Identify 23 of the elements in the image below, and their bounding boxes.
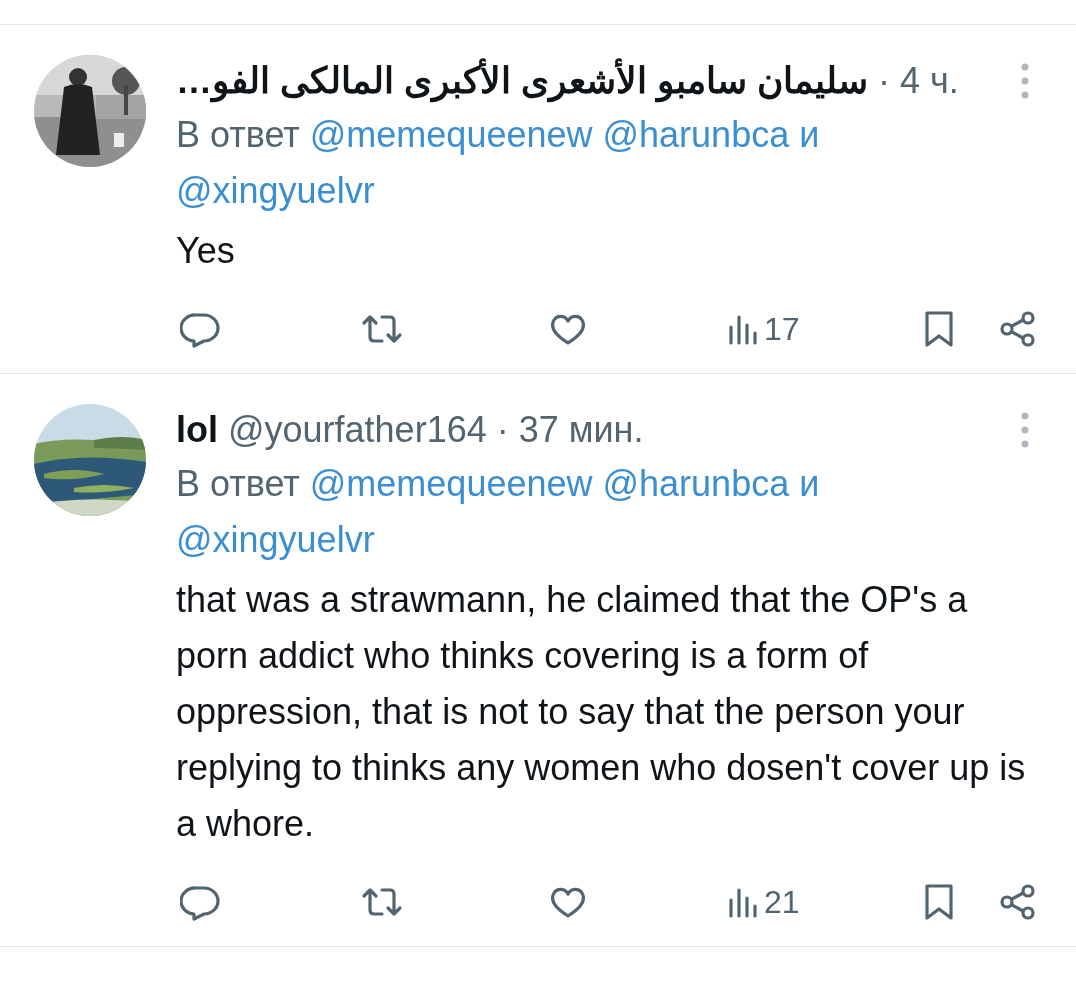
reply-label: В ответ [176, 463, 300, 504]
bookmark-icon[interactable] [922, 309, 956, 349]
user-handle[interactable]: @yourfather164 [228, 404, 487, 456]
post-time[interactable]: · 4 ч. [878, 55, 959, 107]
post-time[interactable]: · 37 мин. [496, 404, 644, 456]
conjunction-text: и [799, 463, 820, 504]
user-name[interactable]: lol [176, 404, 218, 456]
conjunction-text: и [799, 114, 820, 155]
mention-link[interactable]: @xingyuelvr [176, 519, 375, 560]
post-text: that was a strawmann, he claimed that the OP's a porn addict who thinks covering is a form of oppression, that is not to say that the person your replying to thinks any women who dosen't cover up is a whore. [176, 578, 1027, 846]
post-text: Yes [176, 229, 236, 273]
mention-link[interactable]: @memequeenew [309, 463, 593, 504]
user-name[interactable]: سليمان سامبو الأشعرى الأكبرى المالكى الفو… [176, 55, 868, 107]
views-button[interactable]: 17 [728, 313, 800, 345]
mention-link[interactable]: @harunbca [602, 463, 790, 504]
mention-link[interactable]: @memequeenew [309, 114, 593, 155]
views-button[interactable]: 21 [728, 886, 800, 918]
mention-link[interactable]: @xingyuelvr [176, 170, 375, 211]
reply-label: В ответ [176, 114, 300, 155]
bookmark-icon[interactable] [922, 882, 956, 922]
bar-chart-icon [728, 886, 758, 918]
bar-chart-icon [728, 313, 758, 345]
mention-link[interactable]: @harunbca [602, 114, 790, 155]
